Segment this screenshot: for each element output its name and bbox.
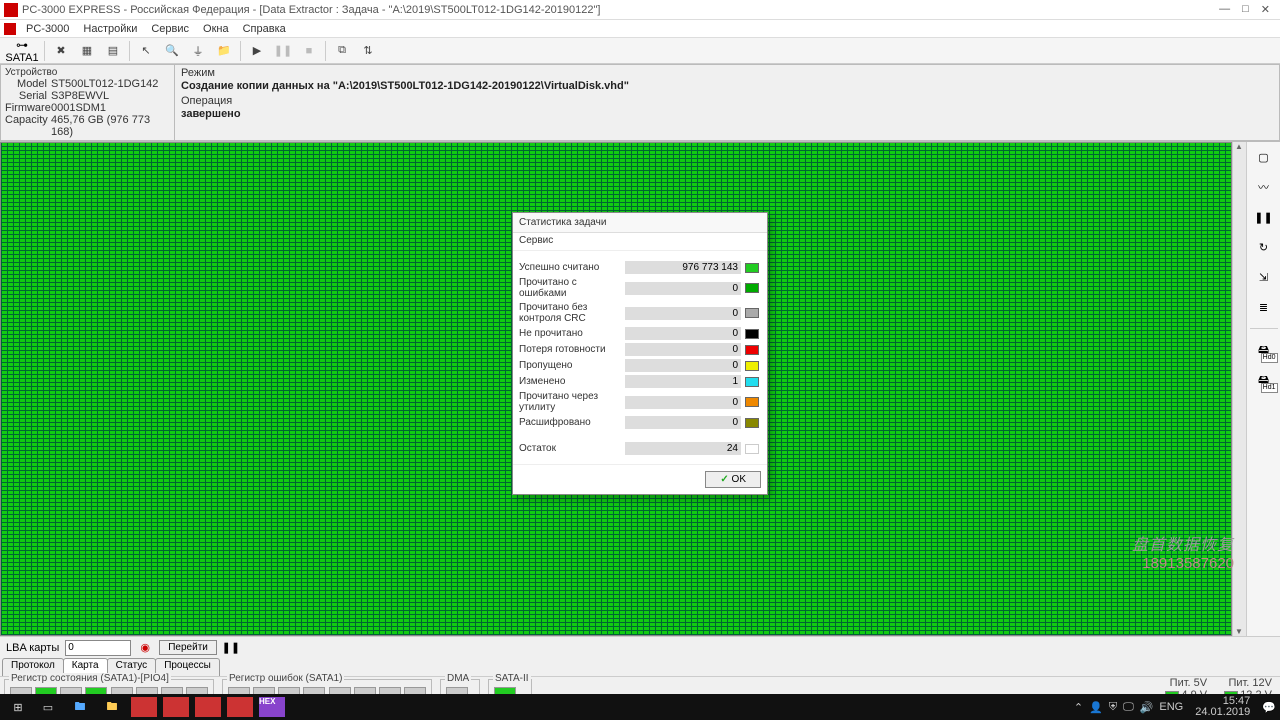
menu-windows[interactable]: Окна <box>197 22 235 36</box>
vertical-scrollbar[interactable] <box>1232 142 1246 636</box>
dialog-menu-service[interactable]: Сервис <box>513 233 767 251</box>
lba-input[interactable] <box>65 640 131 656</box>
stat-row: Расшифровано0 <box>519 416 761 429</box>
folder-yellow-icon[interactable]: 🖿 <box>97 696 127 718</box>
menubar: PC-3000 Настройки Сервис Окна Справка <box>0 20 1280 38</box>
mode-info: Режим Создание копии данных на "A:\2019\… <box>174 64 1280 141</box>
right-toolbar: ▢ 〰 ❚❚ ↻ ⇲ ≣ 🖴Hd0 🖴Hd1 <box>1246 142 1280 636</box>
info-panel: Устройство ModelST500LT012-1DG142 Serial… <box>0 64 1280 142</box>
tray-clock[interactable]: 15:4724.01.2019 <box>1189 696 1256 718</box>
menu-service[interactable]: Сервис <box>145 22 195 36</box>
export-icon[interactable]: ⇲ <box>1252 266 1276 288</box>
close-button[interactable]: ✕ <box>1261 3 1270 16</box>
calendar-icon[interactable]: ▦ <box>75 40 99 62</box>
tray-shield-icon[interactable]: ⛨ <box>1109 701 1117 714</box>
window-title: PC-3000 EXPRESS - Российская Федерация -… <box>22 4 1219 16</box>
stat-row-remainder: Остаток24 <box>519 442 761 455</box>
stat-row: Прочитано без контроля CRC0 <box>519 302 761 324</box>
tray-people-icon[interactable]: 👤 <box>1089 701 1103 714</box>
explorer-icon[interactable]: 🖿 <box>65 696 95 718</box>
device-capacity: 465,76 GB (976 773 168) <box>51 114 170 138</box>
operation-value: завершено <box>181 107 1273 123</box>
device-header: Устройство <box>5 67 170 78</box>
refresh-icon[interactable]: ↻ <box>1252 236 1276 258</box>
menu-pc3000[interactable]: PC-3000 <box>20 22 75 36</box>
layers-icon[interactable]: ≣ <box>1252 296 1276 318</box>
dialog-ok-button[interactable]: OK <box>705 471 761 488</box>
stat-row: Прочитано с ошибками0 <box>519 277 761 299</box>
tray-up-icon[interactable]: ⌃ <box>1074 701 1083 714</box>
taskbar: ⊞ ▭ 🖿 🖿 HEX ⌃ 👤 ⛨ 🖵 🔊 ENG 15:4724.01.201… <box>0 694 1280 720</box>
grid-icon[interactable]: ▤ <box>101 40 125 62</box>
tray-monitor-icon[interactable]: 🖵 <box>1123 701 1134 714</box>
app4-icon[interactable] <box>225 696 255 718</box>
stat-row: Пропущено0 <box>519 359 761 372</box>
tool-icon[interactable]: ✖ <box>49 40 73 62</box>
tray-notify-icon[interactable]: 💬 <box>1262 701 1276 714</box>
lba-label: LBA карты <box>6 642 59 654</box>
copy-icon[interactable]: ⧉ <box>330 40 354 62</box>
menu-settings[interactable]: Настройки <box>77 22 143 36</box>
lba-go-button[interactable]: Перейти <box>159 640 217 655</box>
lba-pause-icon[interactable]: ❚❚ <box>223 640 239 656</box>
chip-icon[interactable]: ▢ <box>1252 146 1276 168</box>
stats-dialog: Статистика задачи Сервис Успешно считано… <box>512 212 768 495</box>
tray-lang[interactable]: ENG <box>1159 701 1183 713</box>
bottom-tabs: Протокол Карта Статус Процессы <box>0 658 1280 676</box>
device-serial: S3P8EWVL <box>51 90 109 102</box>
start-button[interactable]: ⊞ <box>4 696 32 718</box>
mode-value: Создание копии данных на "A:\2019\ST500L… <box>181 79 1273 95</box>
pause2-icon[interactable]: ❚❚ <box>1252 206 1276 228</box>
hdd1-icon[interactable]: 🖴Hd1 <box>1252 369 1276 391</box>
sort-icon[interactable]: ⇅ <box>356 40 380 62</box>
folder-icon[interactable]: 📁 <box>212 40 236 62</box>
stat-row: Изменено1 <box>519 375 761 388</box>
dialog-title: Статистика задачи <box>513 213 767 233</box>
wave-icon[interactable]: 〰 <box>1252 176 1276 198</box>
toolbar: ⊶SATA1 ✖ ▦ ▤ ↖ 🔍 ⏚ 📁 ▶ ❚❚ ■ ⧉ ⇅ <box>0 38 1280 64</box>
app2-icon[interactable] <box>161 696 191 718</box>
sata-port-button[interactable]: ⊶SATA1 <box>4 40 40 62</box>
window-titlebar: PC-3000 EXPRESS - Российская Федерация -… <box>0 0 1280 20</box>
lba-marker-icon[interactable]: ◉ <box>137 640 153 656</box>
maximize-button[interactable]: □ <box>1242 3 1249 16</box>
mode-header: Режим <box>181 67 1273 79</box>
hdd0-icon[interactable]: 🖴Hd0 <box>1252 339 1276 361</box>
stat-row: Прочитано через утилиту0 <box>519 391 761 413</box>
system-tray: ⌃ 👤 ⛨ 🖵 🔊 ENG 15:4724.01.2019 💬 <box>1074 696 1276 718</box>
menu-help[interactable]: Справка <box>237 22 292 36</box>
funnel-icon[interactable]: ⏚ <box>186 40 210 62</box>
pause-icon[interactable]: ❚❚ <box>271 40 295 62</box>
taskview-icon[interactable]: ▭ <box>33 696 63 718</box>
tray-volume-icon[interactable]: 🔊 <box>1140 701 1154 714</box>
stat-row: Потеря готовности0 <box>519 343 761 356</box>
menu-app-icon <box>4 23 16 35</box>
operation-header: Операция <box>181 95 1273 107</box>
device-info: Устройство ModelST500LT012-1DG142 Serial… <box>0 64 174 141</box>
stat-row: Не прочитано0 <box>519 327 761 340</box>
cursor-icon[interactable]: ↖ <box>134 40 158 62</box>
lba-bar: LBA карты ◉ Перейти ❚❚ <box>0 636 1280 658</box>
hex-app-icon[interactable]: HEX <box>257 696 287 718</box>
device-model: ST500LT012-1DG142 <box>51 78 158 90</box>
app-icon <box>4 3 18 17</box>
device-firmware: 0001SDM1 <box>51 102 106 114</box>
app3-icon[interactable] <box>193 696 223 718</box>
binoculars-icon[interactable]: 🔍 <box>160 40 184 62</box>
stat-row: Успешно считано976 773 143 <box>519 261 761 274</box>
minimize-button[interactable]: — <box>1219 3 1230 16</box>
app1-icon[interactable] <box>129 696 159 718</box>
play-icon[interactable]: ▶ <box>245 40 269 62</box>
stop-icon[interactable]: ■ <box>297 40 321 62</box>
